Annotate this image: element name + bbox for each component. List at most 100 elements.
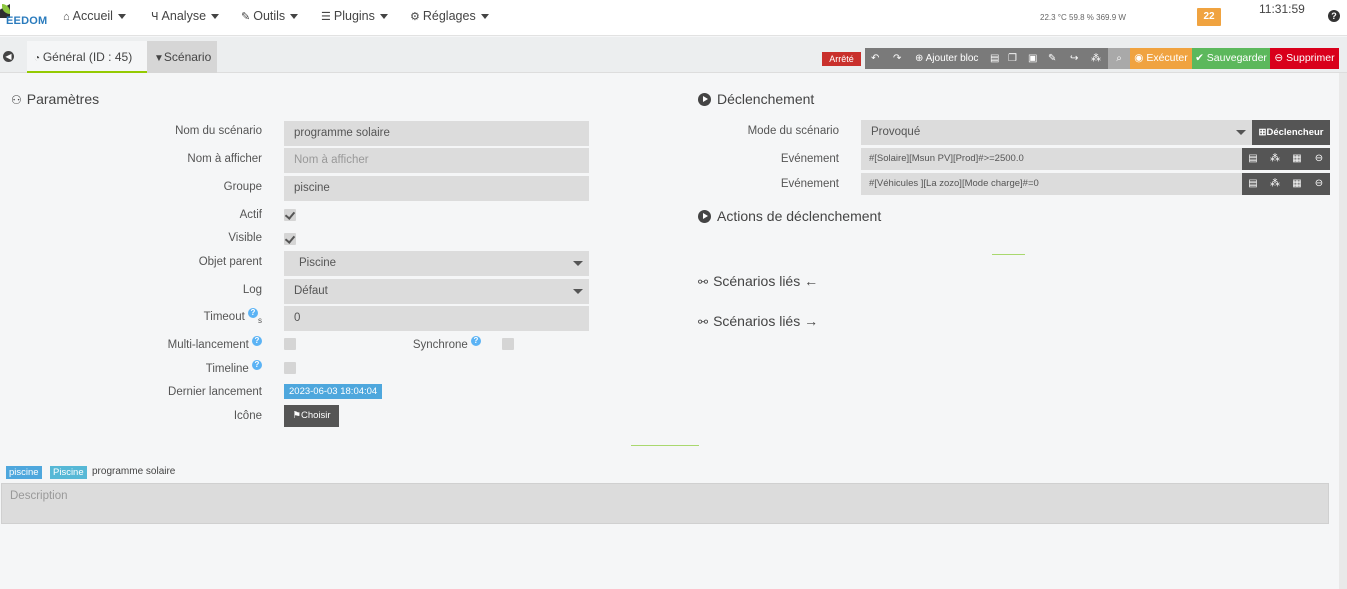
sync-label: Synchrone ? bbox=[219, 336, 481, 351]
sync-text: Synchrone bbox=[412, 338, 468, 351]
active-label: Actif bbox=[239, 209, 262, 221]
plus-circle-icon: ⊕ bbox=[915, 53, 924, 64]
add-block-label: Ajouter bloc bbox=[925, 53, 979, 64]
event-label-1: Evénement bbox=[780, 153, 839, 165]
minus-circle-icon[interactable]: ⊖ bbox=[1308, 148, 1330, 170]
choose-label: Choisir bbox=[300, 410, 331, 421]
last-run-badge: 2023-06-03 18:04:04 bbox=[284, 384, 383, 399]
timeout-input[interactable]: 0 bbox=[284, 306, 589, 331]
object-tag: Piscine bbox=[50, 466, 87, 479]
chevron-down-icon bbox=[480, 14, 489, 20]
save-label: Sauvegarder bbox=[1206, 52, 1267, 64]
nav-plugins-label: Plugins bbox=[333, 9, 375, 23]
delete-button[interactable]: ⊖ Supprimer bbox=[1270, 48, 1339, 69]
help-icon[interactable]: ? bbox=[248, 308, 258, 318]
add-trigger-button[interactable]: ⊞Déclencheur bbox=[1252, 120, 1330, 145]
cubes-icon[interactable]: ⁂ bbox=[1264, 173, 1286, 195]
execute-button[interactable]: ◉ Exécuter bbox=[1130, 48, 1192, 69]
active-checkbox[interactable] bbox=[284, 209, 296, 221]
mode-select[interactable]: Provoqué bbox=[861, 120, 1252, 145]
event-input-1[interactable]: #[Solaire][Msun PV][Prod]#>=2500.0 bbox=[861, 148, 1242, 170]
nav-reglages-label: Réglages bbox=[422, 9, 476, 23]
save-button[interactable]: ✔ Sauvegarder bbox=[1192, 48, 1270, 69]
link-icon: ⚯ bbox=[698, 315, 709, 329]
help-icon[interactable]: ? bbox=[471, 336, 481, 346]
redo-icon[interactable]: ↷ bbox=[893, 48, 901, 69]
tab-general-label: Général (ID : 45) bbox=[42, 50, 133, 64]
page-scrollbar[interactable] bbox=[1339, 73, 1347, 589]
users-cog-icon: ⚇ bbox=[11, 93, 22, 107]
visible-checkbox[interactable] bbox=[284, 233, 296, 245]
chevron-down-icon bbox=[573, 261, 583, 266]
nav-analyse-label: Analyse bbox=[161, 9, 207, 23]
filter-icon: ▼ bbox=[154, 53, 164, 64]
tab-general[interactable]: ◔ Général (ID : 45) bbox=[27, 41, 147, 73]
event-input-2[interactable]: #[Véhicules ][La zozo][Mode charge]#=0 bbox=[861, 173, 1242, 195]
choose-icon-button[interactable]: ⚑Choisir bbox=[284, 405, 339, 427]
logo-text: EEDOM bbox=[6, 15, 48, 27]
nav-plugins[interactable]: ☰ Plugins bbox=[321, 9, 388, 23]
group-label: Groupe bbox=[223, 181, 262, 193]
minus-circle-icon[interactable]: ⊖ bbox=[1308, 173, 1330, 195]
link-icon: ⚯ bbox=[698, 275, 709, 289]
help-icon[interactable]: ? bbox=[1328, 10, 1340, 22]
icon-label: Icône bbox=[233, 410, 262, 422]
cubes-icon[interactable]: ⁂ bbox=[1264, 148, 1286, 170]
log-label: Log bbox=[242, 284, 262, 296]
params-title-text: Paramètres bbox=[26, 91, 100, 107]
timeout-unit: s bbox=[258, 316, 262, 326]
nav-outils-label: Outils bbox=[253, 9, 286, 23]
parent-object-select[interactable]: Piscine bbox=[284, 251, 589, 276]
calculator-icon[interactable]: ▦ bbox=[1286, 173, 1308, 195]
gamepad-icon: ◉ bbox=[1134, 52, 1147, 64]
timeout-label-text: Timeout bbox=[203, 310, 245, 323]
notification-badge[interactable]: 22 bbox=[1197, 8, 1221, 26]
share-icon[interactable]: ↪ bbox=[1070, 48, 1078, 69]
group-tag: piscine bbox=[6, 466, 42, 479]
list-icon[interactable]: ▤ bbox=[1242, 173, 1264, 195]
file-icon[interactable]: ▤ bbox=[990, 48, 999, 69]
add-block-button[interactable]: ⊕ Ajouter bloc bbox=[915, 48, 978, 69]
back-arrow-icon[interactable]: ◀ bbox=[3, 51, 14, 62]
log-value: Défaut bbox=[294, 285, 328, 297]
nav-outils[interactable]: ✎ Outils bbox=[241, 9, 299, 23]
divider bbox=[631, 445, 699, 446]
list-icon[interactable]: ▤ bbox=[1242, 148, 1264, 170]
chevron-down-icon bbox=[211, 14, 220, 20]
timeline-checkbox[interactable] bbox=[284, 362, 296, 374]
display-name-input[interactable]: Nom à afficher bbox=[284, 148, 589, 173]
toolbar-group: ↶ ↷ ⊕ Ajouter bloc ▤ ❐ ▣ ✎ ↪ ⁂ bbox=[865, 48, 1130, 69]
mode-label: Mode du scénario bbox=[747, 125, 839, 137]
group-input[interactable]: piscine bbox=[284, 176, 589, 201]
image-icon[interactable]: ▣ bbox=[1028, 48, 1037, 69]
list-icon: ☰ bbox=[321, 11, 331, 23]
timeout-label: Timeout ?s bbox=[0, 308, 262, 325]
visible-label: Visible bbox=[228, 232, 262, 244]
description-textarea[interactable]: Description bbox=[1, 483, 1329, 524]
minus-circle-icon: ⊖ bbox=[1274, 52, 1287, 64]
search-icon[interactable]: ⌕ bbox=[1108, 48, 1130, 69]
tab-scenario[interactable]: ▼Scénario bbox=[147, 41, 217, 73]
calculator-icon[interactable]: ▦ bbox=[1286, 148, 1308, 170]
top-navbar: EEDOM ⌂ Accueil Ɥ Analyse ✎ Outils ☰ Plugins… bbox=[0, 0, 1347, 36]
copy-icon[interactable]: ❐ bbox=[1008, 48, 1017, 69]
nav-accueil[interactable]: ⌂ Accueil bbox=[63, 9, 126, 23]
undo-icon[interactable]: ↶ bbox=[871, 48, 879, 69]
linked-out-text: Scénarios liés bbox=[713, 313, 801, 329]
stethoscope-icon: Ɥ bbox=[151, 11, 159, 23]
name-label: Nom du scénario bbox=[175, 125, 262, 137]
sync-checkbox[interactable] bbox=[502, 338, 514, 350]
help-icon[interactable]: ? bbox=[252, 360, 262, 370]
edit-icon[interactable]: ✎ bbox=[1048, 48, 1056, 69]
nav-reglages[interactable]: ⚙ Réglages bbox=[410, 9, 489, 23]
cubes-icon[interactable]: ⁂ bbox=[1091, 48, 1101, 69]
timeline-label: Timeline ? bbox=[0, 360, 262, 375]
jeedom-logo[interactable]: EEDOM bbox=[0, 4, 50, 32]
nav-accueil-label: Accueil bbox=[72, 9, 113, 23]
event-label-2: Evénement bbox=[780, 178, 839, 190]
nav-analyse[interactable]: Ɥ Analyse bbox=[151, 9, 220, 23]
home-icon: ⌂ bbox=[63, 11, 70, 23]
log-select[interactable]: Défaut bbox=[284, 279, 589, 304]
scenario-name-input[interactable]: programme solaire bbox=[284, 121, 589, 146]
event-actions-1: ▤ ⁂ ▦ ⊖ bbox=[1242, 148, 1330, 170]
